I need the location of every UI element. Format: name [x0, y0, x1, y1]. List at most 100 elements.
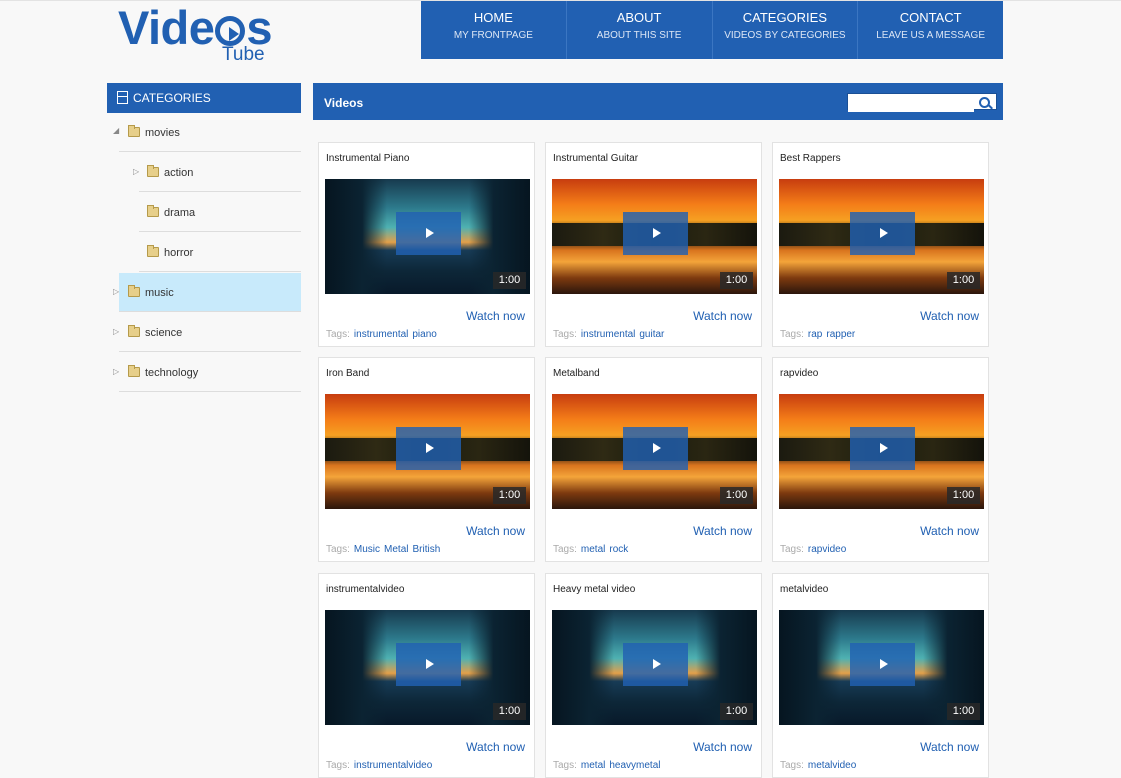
tag-link[interactable]: rapper — [826, 329, 855, 340]
video-title[interactable]: Instrumental Piano — [326, 153, 409, 164]
tags-label: Tags: — [553, 544, 577, 555]
tag-link[interactable]: metalvideo — [808, 760, 856, 771]
tag-link[interactable]: Metal — [384, 544, 408, 555]
collapsed-arrow-icon[interactable]: ▷ — [113, 287, 119, 296]
video-tags: Tags: metalvideo — [780, 760, 856, 771]
watch-now-link[interactable]: Watch now — [466, 309, 525, 323]
tag-link[interactable]: heavymetal — [609, 760, 660, 771]
video-title[interactable]: rapvideo — [780, 368, 818, 379]
video-thumbnail[interactable]: 1:00 — [552, 394, 757, 509]
video-thumbnail[interactable]: 1:00 — [552, 179, 757, 294]
video-tags: Tags: rapvideo — [780, 544, 846, 555]
site-logo[interactable]: Vide s Tube — [118, 2, 278, 66]
video-card: rapvideo 1:00 Watch now Tags: rapvideo — [772, 357, 989, 562]
play-icon[interactable] — [623, 212, 688, 255]
film-icon — [117, 91, 128, 104]
video-title[interactable]: instrumentalvideo — [326, 584, 404, 595]
tags-label: Tags: — [780, 544, 804, 555]
video-title[interactable]: Heavy metal video — [553, 584, 635, 595]
folder-icon — [128, 365, 140, 377]
watch-now-link[interactable]: Watch now — [693, 309, 752, 323]
main-nav: HOME MY FRONTPAGE ABOUT ABOUT THIS SITE CA… — [421, 1, 1003, 59]
watch-now-link[interactable]: Watch now — [693, 524, 752, 538]
play-icon[interactable] — [850, 427, 915, 470]
video-thumbnail[interactable]: 1:00 — [779, 610, 984, 725]
tag-link[interactable]: rock — [609, 544, 628, 555]
folder-icon — [128, 125, 140, 137]
watch-now-link[interactable]: Watch now — [466, 740, 525, 754]
search-icon[interactable] — [979, 97, 990, 108]
expanded-arrow-icon[interactable]: ◢ — [113, 126, 119, 135]
nav-contact-subtitle: LEAVE US A MESSAGE — [876, 30, 985, 41]
video-thumbnail[interactable]: 1:00 — [325, 394, 530, 509]
tag-link[interactable]: rap — [808, 329, 822, 340]
play-icon[interactable] — [623, 643, 688, 686]
nav-categories[interactable]: CATEGORIES VIDEOS BY CATEGORIES — [713, 1, 859, 59]
tag-link[interactable]: Music — [354, 544, 380, 555]
video-tags: Tags: metal rock — [553, 544, 628, 555]
tag-link[interactable]: guitar — [639, 329, 664, 340]
video-card: Heavy metal video 1:00 Watch now Tags: metal… — [545, 573, 762, 778]
play-icon[interactable] — [396, 427, 461, 470]
tags-label: Tags: — [326, 544, 350, 555]
tree-item-music[interactable]: ▷ music — [113, 273, 301, 312]
play-icon[interactable] — [850, 212, 915, 255]
watch-now-link[interactable]: Watch now — [693, 740, 752, 754]
tag-link[interactable]: piano — [412, 329, 436, 340]
watch-now-link[interactable]: Watch now — [920, 740, 979, 754]
video-thumbnail[interactable]: 1:00 — [325, 179, 530, 294]
watch-now-link[interactable]: Watch now — [466, 524, 525, 538]
video-thumbnail[interactable]: 1:00 — [779, 179, 984, 294]
nav-about[interactable]: ABOUT ABOUT THIS SITE — [567, 1, 713, 59]
video-thumbnail[interactable]: 1:00 — [325, 610, 530, 725]
play-icon[interactable] — [396, 212, 461, 255]
collapsed-arrow-icon[interactable]: ▷ — [133, 167, 139, 176]
video-duration: 1:00 — [720, 487, 753, 504]
video-thumbnail[interactable]: 1:00 — [779, 394, 984, 509]
video-duration: 1:00 — [493, 272, 526, 289]
tag-link[interactable]: British — [412, 544, 440, 555]
video-card: Best Rappers 1:00 Watch now Tags: rap rapper — [772, 142, 989, 347]
video-title[interactable]: Metalband — [553, 368, 600, 379]
videos-title: Videos — [324, 96, 364, 110]
tree-item-label: horror — [164, 247, 194, 259]
video-duration: 1:00 — [947, 703, 980, 720]
nav-categories-title: CATEGORIES — [742, 10, 828, 25]
nav-about-subtitle: ABOUT THIS SITE — [596, 30, 682, 41]
tag-link[interactable]: instrumental — [354, 329, 408, 340]
tag-link[interactable]: instrumental — [581, 329, 635, 340]
folder-icon — [147, 245, 159, 257]
tree-item-technology[interactable]: ▷ technology — [113, 353, 301, 392]
tree-item-movies[interactable]: ◢ movies — [113, 113, 301, 152]
video-card: Instrumental Piano 1:00 Watch now Tags: inst… — [318, 142, 535, 347]
play-icon[interactable] — [623, 427, 688, 470]
video-title[interactable]: Iron Band — [326, 368, 369, 379]
tree-item-drama[interactable]: drama — [139, 193, 301, 232]
watch-now-link[interactable]: Watch now — [920, 524, 979, 538]
video-tags: Tags: instrumental piano — [326, 329, 437, 340]
video-title[interactable]: Best Rappers — [780, 153, 841, 164]
tree-item-action[interactable]: ▷ action — [133, 153, 301, 192]
video-title[interactable]: Instrumental Guitar — [553, 153, 638, 164]
categories-header: CATEGORIES — [107, 83, 301, 113]
play-icon[interactable] — [396, 643, 461, 686]
tree-item-science[interactable]: ▷ science — [113, 313, 301, 352]
collapsed-arrow-icon[interactable]: ▷ — [113, 327, 119, 336]
nav-about-title: ABOUT — [616, 10, 662, 25]
tree-item-horror[interactable]: horror — [139, 233, 301, 272]
tag-link[interactable]: metal — [581, 760, 605, 771]
watch-now-link[interactable]: Watch now — [920, 309, 979, 323]
collapsed-arrow-icon[interactable]: ▷ — [113, 367, 119, 376]
search-input[interactable] — [848, 97, 974, 112]
nav-home[interactable]: HOME MY FRONTPAGE — [421, 1, 567, 59]
tag-link[interactable]: metal — [581, 544, 605, 555]
tag-link[interactable]: instrumentalvideo — [354, 760, 432, 771]
play-icon[interactable] — [850, 643, 915, 686]
video-thumbnail[interactable]: 1:00 — [552, 610, 757, 725]
video-title[interactable]: metalvideo — [780, 584, 828, 595]
tree-item-label: action — [164, 167, 194, 179]
nav-contact[interactable]: CONTACT LEAVE US A MESSAGE — [858, 1, 1003, 59]
nav-home-title: HOME — [473, 10, 513, 25]
tag-link[interactable]: rapvideo — [808, 544, 846, 555]
tree-item-label: technology — [145, 367, 199, 379]
